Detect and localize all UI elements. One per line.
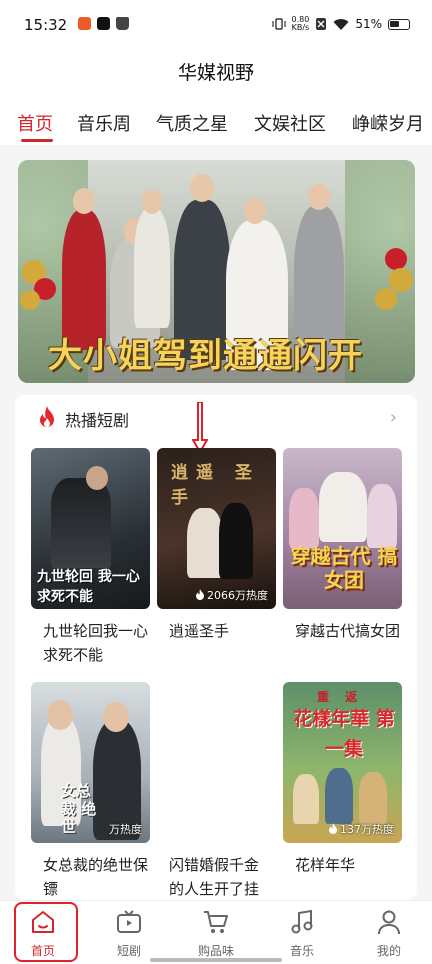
cast-head — [142, 190, 162, 214]
tv-icon — [117, 910, 141, 933]
nav-label: 短剧 — [116, 944, 141, 958]
battery-percent: 51% — [355, 17, 382, 31]
vibrate-icon — [271, 18, 286, 30]
drama-thumbnail[interactable]: 穿越古代 搞女团 — [283, 448, 402, 609]
thumb-figure — [219, 503, 253, 579]
thumb-title-art: 逍遥 圣手 — [171, 463, 260, 508]
flame-icon — [329, 823, 337, 834]
thumb-head — [103, 702, 129, 732]
section-title: 热播短剧 — [65, 411, 130, 430]
music-note-icon — [291, 909, 313, 934]
heat-badge: 137万热度 — [328, 821, 394, 837]
status-right: 0.80 KB/s 51% — [271, 16, 410, 32]
thumb-figure — [289, 488, 319, 548]
thumb-figure — [367, 484, 397, 548]
cart-icon — [204, 911, 228, 933]
crown-icon — [116, 17, 129, 30]
thumb-title-top: 重 返 — [317, 690, 364, 704]
drama-thumbnail[interactable]: 逍遥 圣手 2066万热度 — [157, 448, 276, 609]
thumb-title-art: 九世轮回 我一心求死不能 — [37, 569, 140, 605]
speed-unit: KB/s — [291, 23, 310, 32]
thumb-figure — [187, 508, 223, 578]
thumb-figure — [359, 772, 387, 824]
thumb-head — [86, 466, 108, 490]
fire-icon — [40, 406, 54, 427]
tab-glorious-years[interactable]: 峥嵘岁月 — [352, 110, 424, 136]
status-bar: 15:32 0.80 KB/s 51% — [0, 0, 432, 50]
cast-figure — [134, 208, 170, 328]
cast-head — [190, 174, 214, 202]
chevron-right-icon[interactable]: › — [390, 407, 397, 428]
cast-head — [244, 198, 266, 224]
heat-badge: 万热度 — [109, 821, 142, 837]
drama-title[interactable]: 穿越古代搞女团 — [295, 619, 410, 643]
heat-value: 2066万热度 — [207, 589, 268, 602]
tab-entertainment-community[interactable]: 文娱社区 — [254, 110, 326, 136]
app-notification-icon — [78, 17, 91, 30]
thumb-figure — [51, 478, 111, 568]
tab-home[interactable]: 首页 — [17, 110, 53, 136]
battery-icon — [388, 18, 410, 30]
nav-label: 我的 — [376, 944, 401, 958]
drama-thumbnail[interactable]: 重 返 花樣年華 第一集 137万热度 — [283, 682, 402, 843]
section-header[interactable]: 热播短剧 › — [15, 395, 417, 440]
flame-icon — [196, 589, 204, 600]
person-icon — [378, 910, 400, 935]
heat-value: 137万热度 — [340, 823, 394, 836]
drama-title[interactable]: 九世轮回我一心求死不能 — [43, 619, 158, 667]
app-title: 华媒视野 — [177, 62, 254, 84]
thumb-head — [47, 700, 73, 730]
drama-thumbnail[interactable]: 九世轮回 我一心求死不能 — [31, 448, 150, 609]
heat-value: 万热度 — [109, 823, 142, 836]
wifi-icon — [333, 18, 349, 30]
gesture-bar[interactable] — [150, 958, 282, 962]
drama-title[interactable]: 花样年华 — [295, 853, 410, 877]
balloon-decoration — [375, 288, 397, 310]
balloon-decoration — [385, 248, 407, 270]
nav-short-drama[interactable]: 短剧 — [86, 901, 172, 964]
drama-title[interactable]: 闪错婚假千金的人生开了挂 — [169, 853, 269, 901]
nav-profile[interactable]: 我的 — [346, 901, 432, 964]
drama-thumbnail[interactable]: 女总裁 绝世 万热度 — [31, 682, 150, 843]
thumb-figure — [325, 768, 353, 824]
thumb-title-art: 女总裁 绝世 — [61, 782, 97, 836]
tab-music-week[interactable]: 音乐周 — [77, 110, 131, 136]
notification-icons — [78, 17, 129, 30]
category-tabs: 首页 音乐周 气质之星 文娱社区 峥嵘岁月 — [0, 110, 432, 142]
nav-music[interactable]: 音乐 — [259, 901, 345, 964]
thumb-figure — [293, 774, 319, 824]
network-speed: 0.80 KB/s — [292, 16, 310, 32]
cast-head — [73, 188, 95, 214]
balloon-decoration — [389, 268, 413, 292]
thumb-title-art: 花樣年華 第一集 — [293, 708, 395, 760]
thumb-figure — [319, 472, 367, 542]
drama-title[interactable]: 女总裁的绝世保镖 — [43, 853, 158, 901]
drama-title[interactable]: 逍遥圣手 — [169, 619, 284, 643]
balloon-decoration — [20, 290, 40, 310]
cast-head — [308, 184, 330, 210]
arrow-down-icon — [192, 402, 208, 452]
nav-shop[interactable]: 购品味 — [173, 901, 259, 964]
active-tab-indicator — [21, 139, 53, 142]
nav-label: 音乐 — [289, 944, 314, 958]
banner-carousel[interactable]: 大小姐驾到通通闪开 — [18, 160, 415, 383]
banner-caption: 大小姐驾到通通闪开 — [48, 336, 363, 376]
sim-off-icon — [316, 18, 327, 30]
tab-temperament-star[interactable]: 气质之星 — [156, 110, 228, 136]
heat-badge: 2066万热度 — [195, 587, 268, 603]
tiktok-icon — [97, 17, 110, 30]
thumb-title-art: 穿越古代 搞女团 — [290, 544, 398, 592]
nav-label: 购品味 — [197, 944, 234, 958]
highlight-box — [14, 902, 78, 962]
status-time: 15:32 — [24, 16, 68, 34]
